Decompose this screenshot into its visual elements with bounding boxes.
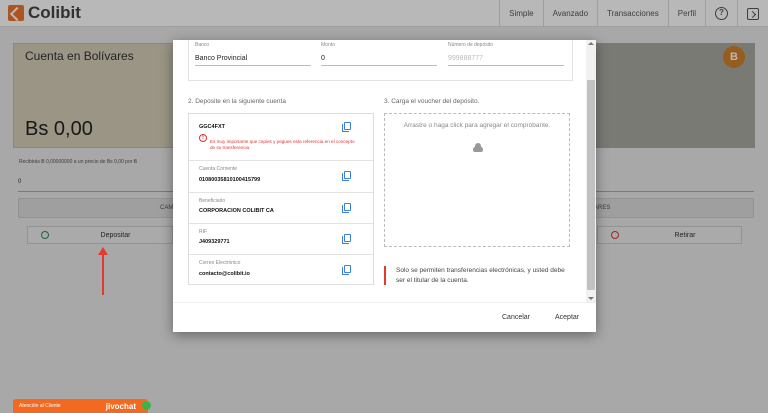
scroll-down-icon[interactable] [588,297,594,300]
cancel-button[interactable]: Cancelar [502,314,530,321]
annotation-arrow [102,253,104,295]
transfer-notice: Solo se permiten transferencias electrón… [384,266,570,285]
chat-bubble-icon [142,401,151,410]
beneficiary-row: Beneficiario CORPORACION COLIBIT CA [189,193,373,224]
accept-button[interactable]: Aceptar [555,314,579,321]
account-number-value: 01080035810100415799 [199,177,261,183]
rif-row: RIF J409329771 [189,224,373,255]
copy-rif-icon[interactable] [342,234,351,244]
beneficiary-value: CORPORACION COLIBIT CA [199,208,274,214]
chat-brand: jivochat [105,401,136,411]
voucher-dropzone[interactable]: Arrastre o haga click para agregar el co… [384,113,570,247]
chat-label: Atención al Cliente [19,403,61,409]
section-3-title: 3. Carga el voucher del depósito. [384,98,480,105]
section-2-title: 2. Deposite en la siguiente cuenta [188,98,286,105]
account-number-label: Cuenta Corriente [199,166,238,172]
bank-value[interactable]: Banco Provincial [195,55,311,66]
deposit-details: Banco Banco Provincial Monto 0 Número de… [188,40,573,81]
warning-icon: ! [199,134,207,142]
modal-body: Banco Banco Provincial Monto 0 Número de… [173,40,586,302]
reference-row: GGC4FXT ! Es muy importante que copies y… [189,114,373,161]
reference-warning: Es muy importante que copies y pegues es… [210,139,355,150]
amount-value[interactable]: 0 [321,55,437,66]
deposit-number-input[interactable]: 999888777 [448,55,564,66]
copy-email-icon[interactable] [342,265,351,275]
bank-field[interactable]: Banco Banco Provincial [195,42,311,66]
cloud-upload-icon [473,143,483,152]
chat-widget[interactable]: Atención al Cliente jivochat [13,399,151,413]
amount-field[interactable]: Monto 0 [321,42,437,66]
reference-value: GGC4FXT [199,124,225,130]
email-label: Correo Electrónico [199,260,241,266]
rif-value: J409329771 [199,239,230,245]
bank-label: Banco [195,42,210,48]
deposit-modal: Banco Banco Provincial Monto 0 Número de… [173,40,596,332]
email-row: Correo Electrónico contacto@colibit.io [189,255,373,285]
scroll-thumb[interactable] [587,80,595,290]
rif-label: RIF [199,229,208,235]
deposit-number-field[interactable]: Número de depósito 999888777 [448,42,564,66]
modal-footer: Cancelar Aceptar [173,302,596,332]
deposit-number-label: Número de depósito [448,42,494,48]
copy-reference-icon[interactable] [342,122,351,132]
email-value: contacto@colibit.io [199,271,250,277]
dropzone-text: Arrastre o haga click para agregar el co… [403,122,551,129]
modal-scrollbar[interactable] [586,40,596,302]
account-info-panel: GGC4FXT ! Es muy importante que copies y… [188,113,374,285]
scroll-up-icon[interactable] [588,42,594,45]
copy-account-icon[interactable] [342,171,351,181]
copy-beneficiary-icon[interactable] [342,203,351,213]
beneficiary-label: Beneficiario [199,198,226,204]
account-number-row: Cuenta Corriente 01080035810100415799 [189,161,373,193]
amount-label: Monto [321,42,335,48]
